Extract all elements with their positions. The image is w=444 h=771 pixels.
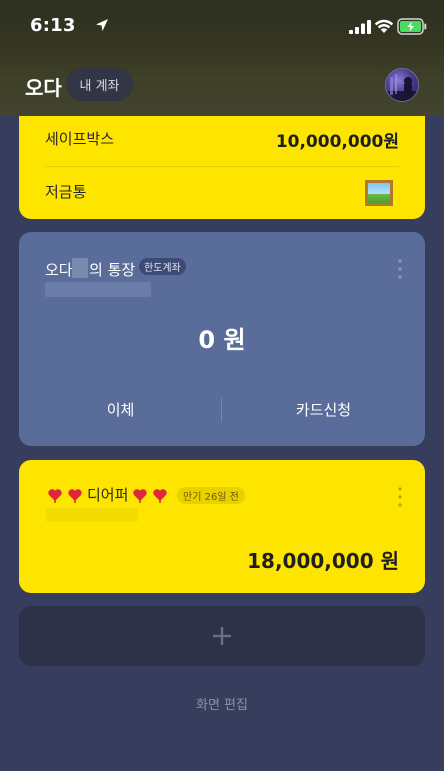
heart-icon <box>153 488 168 503</box>
heart-icon <box>68 488 82 503</box>
card-apply-button[interactable]: 카드신청 <box>222 396 425 424</box>
account-card[interactable]: 오다 의 통장 한도계좌 0 원 이체 카드신청 <box>19 232 425 446</box>
location-arrow-icon <box>96 19 108 31</box>
my-account-button[interactable]: 내 계좌 <box>66 68 133 101</box>
page-title: 오다 <box>25 76 62 100</box>
card-divider <box>45 166 399 167</box>
safebox-card: 세이프박스 10,000,000원 저금통 <box>19 100 425 219</box>
maturity-badge: 만기 26일 전 <box>177 487 245 504</box>
safebox-label[interactable]: 세이프박스 <box>45 128 114 149</box>
more-options-icon[interactable] <box>397 486 403 508</box>
transfer-button[interactable]: 이체 <box>19 396 222 424</box>
redacted-block <box>72 258 88 278</box>
more-options-icon[interactable] <box>397 258 403 280</box>
redacted-account-number <box>45 282 151 297</box>
safebox-amount[interactable]: 10,000,000원 <box>276 127 399 152</box>
profile-avatar[interactable] <box>385 68 419 102</box>
heart-icon <box>48 488 62 503</box>
battery-charging-icon <box>397 18 427 35</box>
status-bar: 6:13 <box>0 0 444 52</box>
app-screen: 6:13 오다 내 계좌 세이프박스 10,000,000원 저금통 오다 의 … <box>0 0 444 771</box>
top-bar: 6:13 오다 내 계좌 <box>0 0 444 116</box>
savings-title-row: 디어퍼 <box>47 484 172 505</box>
savings-amount: 18,000,000 원 <box>247 549 399 573</box>
account-actions: 이체 카드신청 <box>19 396 425 424</box>
wifi-icon <box>374 19 394 33</box>
heart-icon <box>133 488 148 503</box>
savings-card[interactable]: 디어퍼 만기 26일 전 18,000,000 원 <box>19 460 425 593</box>
edit-screen-link[interactable]: 화면 편집 <box>0 694 444 713</box>
account-balance: 0 원 <box>198 326 246 354</box>
picture-frame-icon[interactable] <box>365 180 393 206</box>
cellular-signal-icon <box>349 20 371 34</box>
avatar-image <box>386 74 418 101</box>
status-time: 6:13 <box>30 15 76 36</box>
savings-title: 디어퍼 <box>87 486 129 504</box>
limit-account-badge: 한도계좌 <box>139 258 186 275</box>
plus-icon <box>213 627 231 645</box>
account-owner-name: 오다 <box>45 261 73 279</box>
add-account-button[interactable] <box>19 606 425 666</box>
redacted-account-number <box>46 508 138 522</box>
piggybank-label[interactable]: 저금통 <box>45 181 86 202</box>
account-name-suffix: 의 통장 <box>89 261 136 279</box>
